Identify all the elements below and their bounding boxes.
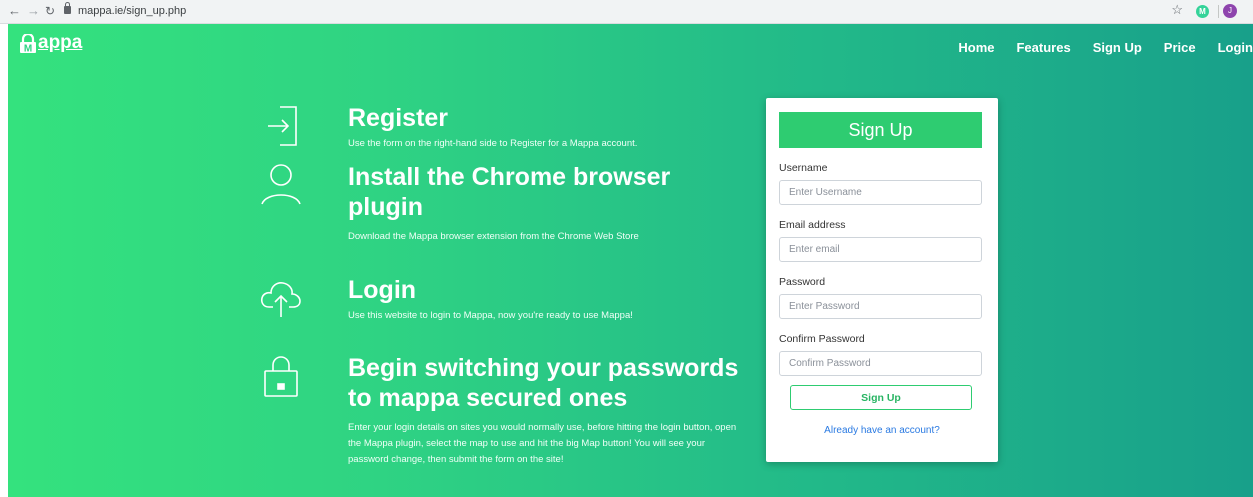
username-input[interactable] bbox=[779, 180, 982, 205]
step-title: Install the Chrome browser plugin bbox=[348, 163, 671, 221]
nav-sign-up[interactable]: Sign Up bbox=[1093, 40, 1142, 55]
step-description: Download the Mappa browser extension fro… bbox=[348, 231, 639, 242]
extension-icon[interactable]: M bbox=[1196, 5, 1209, 18]
nav-home[interactable]: Home bbox=[958, 40, 994, 55]
nav-price[interactable]: Price bbox=[1164, 40, 1196, 55]
nav-features[interactable]: Features bbox=[1016, 40, 1070, 55]
profile-avatar[interactable]: J bbox=[1223, 4, 1237, 18]
already-have-account-link[interactable]: Already have an account? bbox=[766, 425, 998, 436]
back-arrow-icon[interactable]: ← bbox=[8, 3, 21, 19]
brand-name: appa bbox=[38, 32, 83, 53]
address-bar[interactable]: mappa.ie/sign_up.php bbox=[78, 5, 186, 17]
step-description: Use the form on the right-hand side to R… bbox=[348, 138, 638, 149]
step-title: Login bbox=[348, 276, 417, 304]
page-background: M appa Home Features Sign Up Price Login… bbox=[8, 24, 1253, 497]
nav-login[interactable]: Login bbox=[1218, 40, 1253, 55]
password-label: Password bbox=[779, 276, 826, 288]
padlock-logo-icon: M bbox=[20, 34, 36, 55]
enter-icon bbox=[268, 106, 297, 146]
step-title: Register bbox=[348, 104, 449, 132]
password-input[interactable] bbox=[779, 294, 982, 319]
reload-icon[interactable]: ↻ bbox=[45, 3, 55, 19]
toolbar-divider bbox=[1218, 5, 1219, 18]
padlock-icon bbox=[264, 356, 298, 397]
bookmark-star-icon[interactable]: ☆ bbox=[1171, 2, 1183, 18]
sign-up-heading: Sign Up bbox=[779, 112, 982, 148]
top-navigation: Home Features Sign Up Price Login bbox=[958, 40, 1253, 55]
email-label: Email address bbox=[779, 219, 846, 231]
sign-up-button[interactable]: Sign Up bbox=[790, 385, 972, 410]
step-description: Enter your login details on sites you wo… bbox=[348, 422, 737, 465]
email-input[interactable] bbox=[779, 237, 982, 262]
confirm-password-input[interactable] bbox=[779, 351, 982, 376]
step-description: Use this website to login to Mappa, now … bbox=[348, 310, 633, 321]
sign-up-card: Sign Up Username Email address Password … bbox=[766, 98, 998, 462]
lock-icon bbox=[64, 2, 71, 14]
cloud-upload-icon bbox=[260, 282, 301, 317]
user-icon bbox=[261, 164, 301, 205]
browser-toolbar: ← → ↻ mappa.ie/sign_up.php ☆ M J bbox=[0, 0, 1253, 24]
confirm-password-label: Confirm Password bbox=[779, 333, 865, 345]
svg-text:M: M bbox=[24, 44, 32, 55]
username-label: Username bbox=[779, 162, 828, 174]
step-title: Begin switching your passwords to mappa … bbox=[348, 354, 739, 412]
forward-arrow-icon[interactable]: → bbox=[27, 3, 40, 19]
brand-logo-link[interactable]: M appa bbox=[18, 32, 82, 54]
